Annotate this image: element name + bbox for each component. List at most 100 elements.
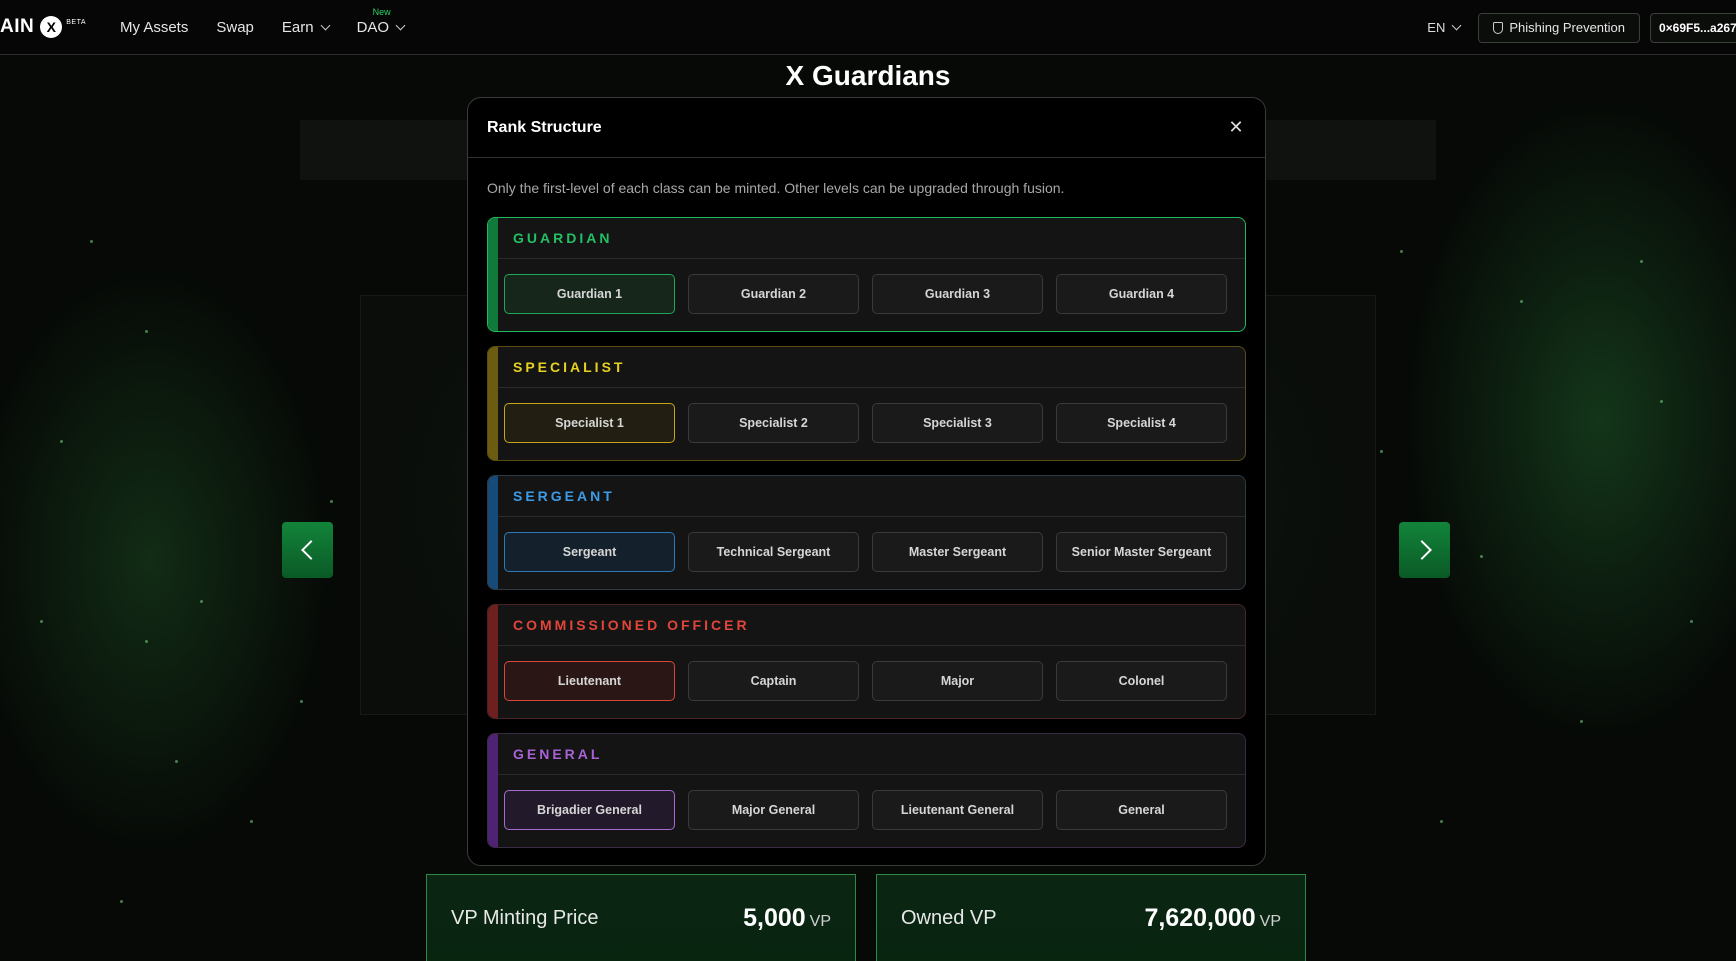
nav-link-label: My Assets xyxy=(120,19,189,36)
modal-title: Rank Structure xyxy=(487,118,602,136)
star xyxy=(175,760,178,763)
class-name: SPECIALIST xyxy=(488,347,1245,388)
class-stripe xyxy=(488,605,498,718)
prev-button[interactable] xyxy=(282,522,333,578)
star xyxy=(330,500,333,503)
class-name: GENERAL xyxy=(488,734,1245,775)
star xyxy=(90,240,93,243)
nav-link-label: Earn xyxy=(281,19,314,36)
star xyxy=(1690,620,1693,623)
rank-level-button[interactable]: Lieutenant General xyxy=(872,790,1043,830)
star xyxy=(1660,400,1663,403)
class-levels: Sergeant Technical Sergeant Master Serge… xyxy=(488,517,1245,572)
page-title: X Guardians xyxy=(785,60,951,91)
rank-level-button[interactable]: Technical Sergeant xyxy=(688,532,859,572)
chevron-right-icon xyxy=(1411,540,1432,560)
rank-class-specialist: SPECIALIST Specialist 1 Specialist 2 Spe… xyxy=(487,346,1246,461)
star xyxy=(120,900,123,903)
rank-level-button[interactable]: Guardian 3 xyxy=(872,274,1043,314)
stat-unit: VP xyxy=(809,912,831,930)
new-badge: New xyxy=(372,7,391,17)
class-stripe xyxy=(488,476,498,589)
chevron-left-icon xyxy=(300,540,321,560)
rank-class-commissioned-officer: COMMISSIONED OFFICER Lieutenant Captain … xyxy=(487,604,1246,719)
logo-text: AIN xyxy=(0,16,35,37)
rank-level-button[interactable]: Guardian 2 xyxy=(688,274,859,314)
nav-right: EN Phishing Prevention 0×69F5...a267 xyxy=(1427,0,1736,55)
star xyxy=(1480,555,1483,558)
class-stripe xyxy=(488,218,498,331)
class-stripe xyxy=(488,347,498,460)
stat-value: 7,620,000 xyxy=(1144,903,1256,932)
logo-x-icon: X xyxy=(40,16,63,38)
rank-level-button[interactable]: Sergeant xyxy=(504,532,675,572)
rank-class-sergeant: SERGEANT Sergeant Technical Sergeant Mas… xyxy=(487,475,1246,590)
phishing-label: Phishing Prevention xyxy=(1509,20,1625,35)
star xyxy=(1580,720,1583,723)
wallet-address-button[interactable]: 0×69F5...a267 xyxy=(1650,12,1736,43)
star xyxy=(300,700,303,703)
star xyxy=(1400,250,1403,253)
rank-level-button[interactable]: Lieutenant xyxy=(504,661,675,701)
star xyxy=(250,820,253,823)
rank-level-button[interactable]: Captain xyxy=(688,661,859,701)
nav-swap[interactable]: Swap xyxy=(216,19,254,36)
next-button[interactable] xyxy=(1399,522,1450,578)
rank-level-button[interactable]: Specialist 2 xyxy=(688,403,859,443)
owned-vp-panel: Owned VP 7,620,000 VP xyxy=(876,874,1306,961)
language-select[interactable]: EN xyxy=(1427,20,1462,35)
shield-icon xyxy=(1493,21,1504,34)
modal-header: Rank Structure ✕ xyxy=(468,98,1265,158)
rank-level-button[interactable]: Senior Master Sergeant xyxy=(1056,532,1227,572)
rank-level-button[interactable]: Guardian 1 xyxy=(504,274,675,314)
rank-level-button[interactable]: Specialist 3 xyxy=(872,403,1043,443)
star xyxy=(145,640,148,643)
star xyxy=(1380,450,1383,453)
modal-description: Only the first-level of each class can b… xyxy=(487,180,1065,196)
rank-structure-modal: Rank Structure ✕ Only the first-level of… xyxy=(467,97,1266,866)
rank-level-button[interactable]: Specialist 4 xyxy=(1056,403,1227,443)
rank-level-button[interactable]: Guardian 4 xyxy=(1056,274,1227,314)
star xyxy=(40,620,43,623)
rank-level-button[interactable]: Colonel xyxy=(1056,661,1227,701)
nav-dao-dropdown[interactable]: New DAO xyxy=(357,7,406,36)
chevron-down-icon xyxy=(1451,20,1462,31)
rank-class-guardian: GUARDIAN Guardian 1 Guardian 2 Guardian … xyxy=(487,217,1246,332)
class-name: COMMISSIONED OFFICER xyxy=(488,605,1245,646)
wallet-address: 0×69F5...a267 xyxy=(1659,20,1736,35)
nav-my-assets[interactable]: My Assets xyxy=(120,19,188,36)
rank-level-button[interactable]: Brigadier General xyxy=(504,790,675,830)
logo[interactable]: AIN X BETA xyxy=(0,14,86,40)
stat-unit: VP xyxy=(1259,912,1281,930)
class-levels: Brigadier General Major General Lieutena… xyxy=(488,775,1245,830)
stat-label: Owned VP xyxy=(901,906,997,929)
class-name: SERGEANT xyxy=(488,476,1245,517)
close-icon[interactable]: ✕ xyxy=(1226,117,1246,138)
rank-level-button[interactable]: Major General xyxy=(688,790,859,830)
class-stripe xyxy=(488,734,498,847)
stat-label: VP Minting Price xyxy=(451,906,599,929)
class-name: GUARDIAN xyxy=(488,218,1245,259)
chevron-down-icon xyxy=(395,20,406,31)
star xyxy=(1520,300,1523,303)
beta-badge: BETA xyxy=(66,18,86,26)
class-levels: Specialist 1 Specialist 2 Specialist 3 S… xyxy=(488,388,1245,443)
star xyxy=(145,330,148,333)
language-label: EN xyxy=(1427,20,1446,35)
top-nav: AIN X BETA My Assets Swap Earn New DAO EN… xyxy=(0,0,1736,55)
star xyxy=(1640,260,1643,263)
rank-class-general: GENERAL Brigadier General Major General … xyxy=(487,733,1246,848)
vp-minting-price-panel: VP Minting Price 5,000 VP xyxy=(426,874,856,961)
rank-level-button[interactable]: General xyxy=(1056,790,1227,830)
star xyxy=(1440,820,1443,823)
rank-level-button[interactable]: Master Sergeant xyxy=(872,532,1043,572)
nav-earn-dropdown[interactable]: Earn xyxy=(281,19,331,36)
rank-level-button[interactable]: Specialist 1 xyxy=(504,403,675,443)
nav-links: My Assets Swap Earn New DAO xyxy=(120,0,432,55)
class-levels: Guardian 1 Guardian 2 Guardian 3 Guardia… xyxy=(488,259,1245,314)
rank-level-button[interactable]: Major xyxy=(872,661,1043,701)
phishing-prevention-button[interactable]: Phishing Prevention xyxy=(1478,12,1640,43)
star xyxy=(60,440,63,443)
nav-link-label: Swap xyxy=(216,19,254,36)
chevron-down-icon xyxy=(320,20,331,31)
